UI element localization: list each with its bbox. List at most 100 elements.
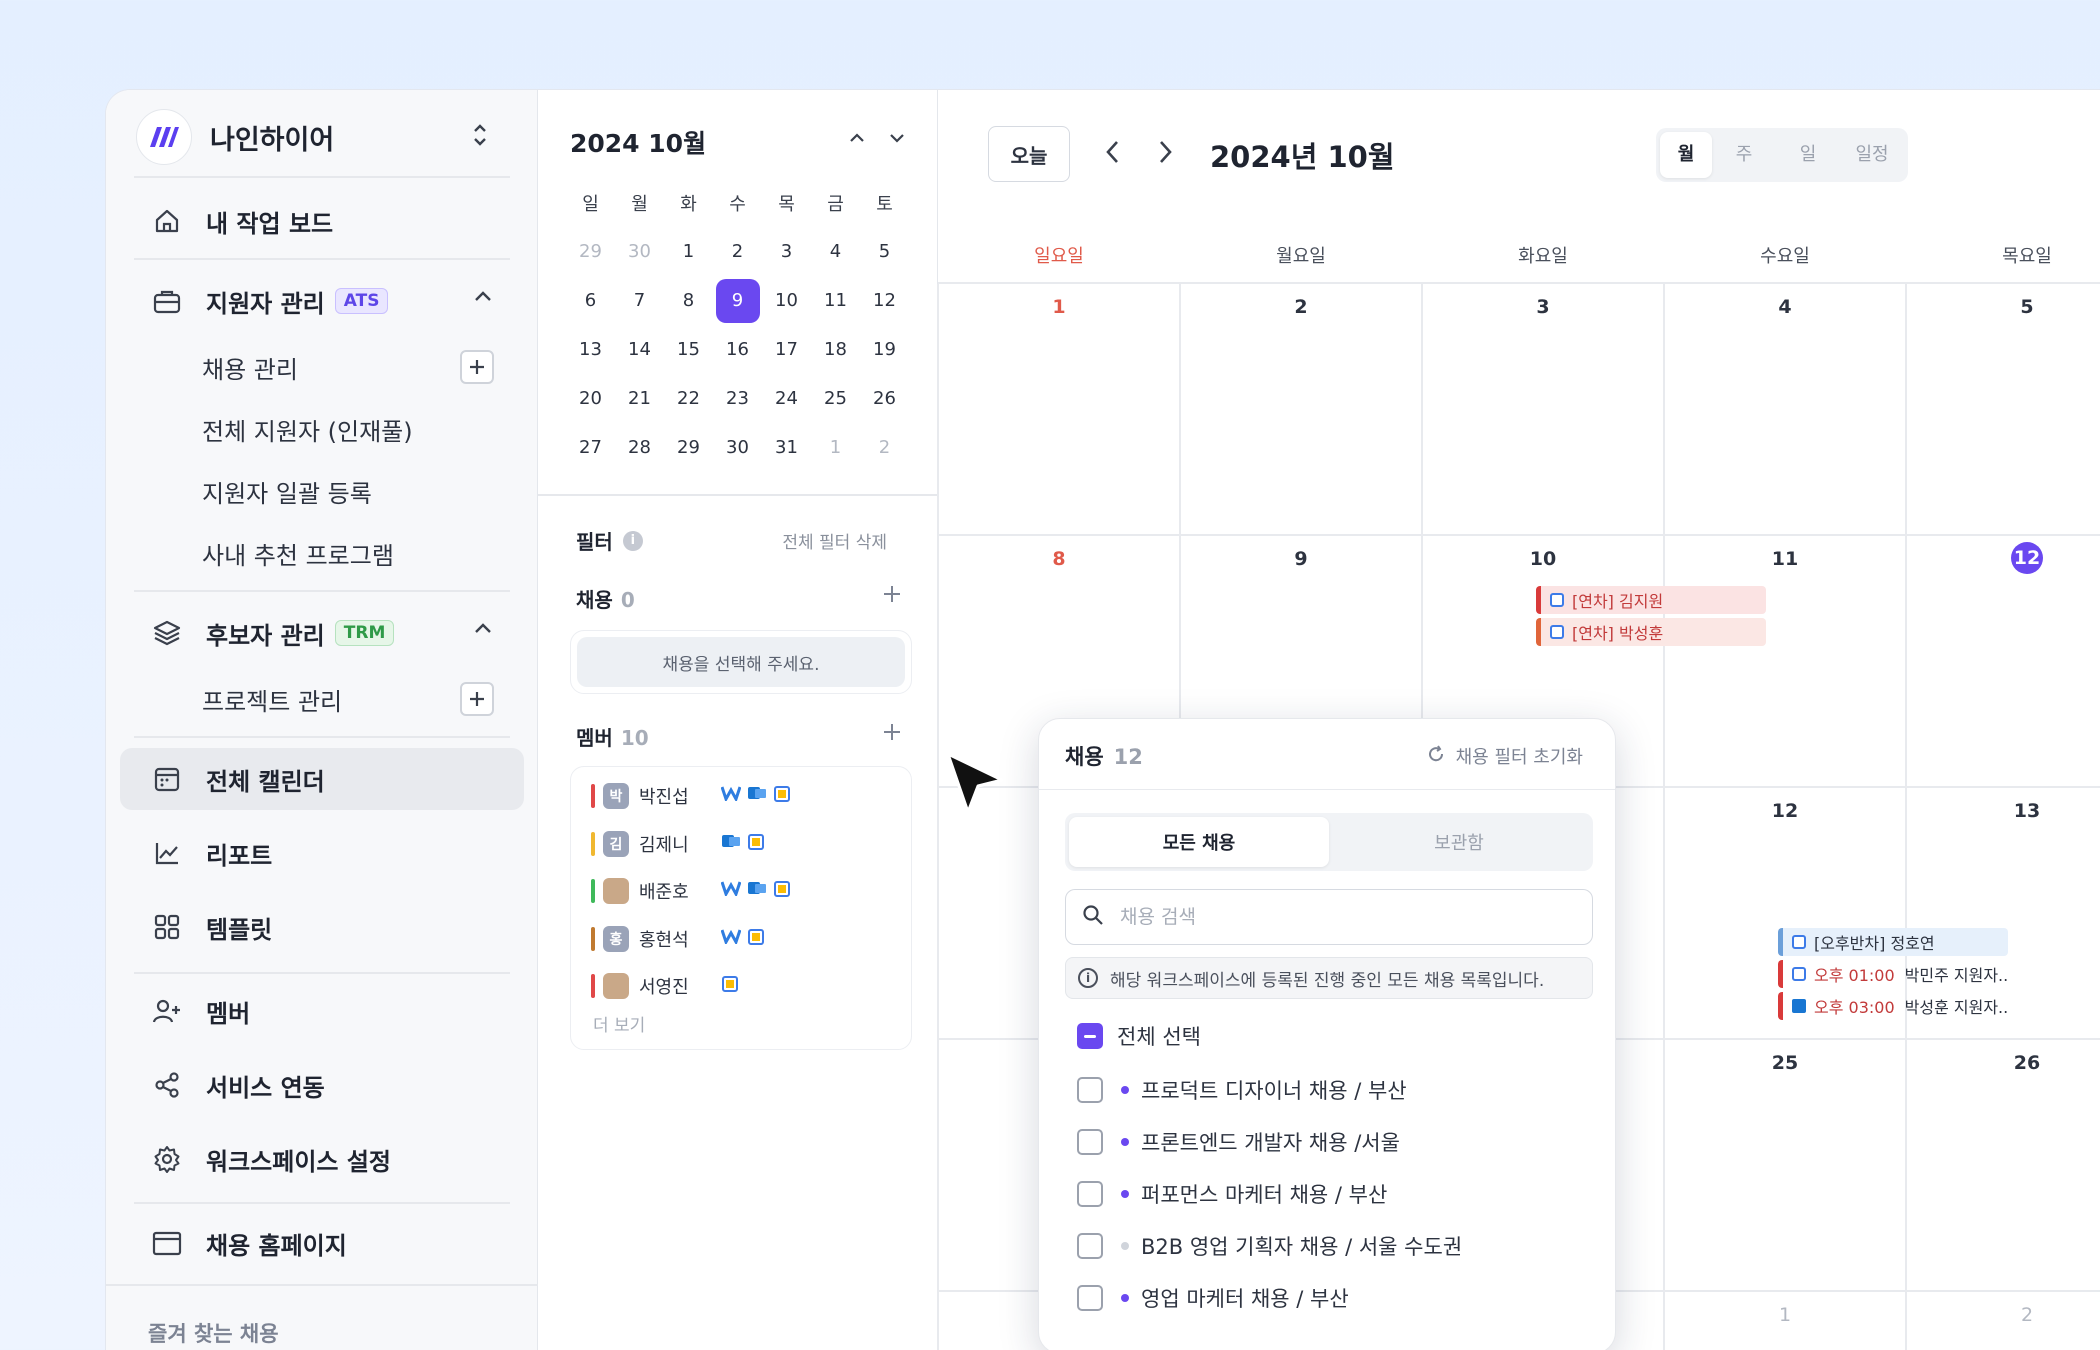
- mini-calendar-day[interactable]: 25: [811, 388, 860, 409]
- sub-project-management[interactable]: 프로젝트 관리: [202, 682, 342, 717]
- chevron-up-icon[interactable]: [847, 128, 867, 152]
- event-interview[interactable]: 오후 01:00 박민주 지원자...: [1778, 960, 2008, 988]
- prev-month-icon[interactable]: [1102, 138, 1124, 170]
- view-agenda-tab[interactable]: 일정: [1840, 132, 1904, 178]
- recruit-option-checkbox[interactable]: [1077, 1077, 1103, 1103]
- chevron-down-icon[interactable]: [887, 128, 907, 152]
- nav-candidate-management[interactable]: 후보자 관리 TRM: [120, 602, 524, 664]
- workspace-toggle-icon[interactable]: [472, 122, 488, 152]
- calendar-day-number[interactable]: 11: [1664, 548, 1906, 570]
- mini-calendar-day[interactable]: 3: [762, 241, 811, 262]
- member-item[interactable]: 박 박진섭: [591, 779, 791, 813]
- calendar-day-number[interactable]: 2: [1906, 1304, 2100, 1326]
- mini-calendar-day[interactable]: 20: [566, 388, 615, 409]
- select-all-option[interactable]: 전체 선택: [1077, 1021, 1201, 1051]
- mini-calendar-day[interactable]: 2: [860, 437, 909, 458]
- mini-calendar-day[interactable]: 6: [566, 290, 615, 311]
- mini-calendar-day[interactable]: 2: [713, 241, 762, 262]
- sub-referral-program[interactable]: 사내 추천 프로그램: [202, 536, 394, 571]
- reset-recruit-filter-button[interactable]: 채용 필터 초기화: [1426, 743, 1583, 769]
- calendar-day-number[interactable]: 4: [1664, 296, 1906, 318]
- chevron-up-icon[interactable]: [472, 618, 494, 644]
- mini-calendar-day[interactable]: 5: [860, 241, 909, 262]
- recruit-select[interactable]: 채용을 선택해 주세요.: [570, 630, 912, 694]
- mini-calendar-day[interactable]: 4: [811, 241, 860, 262]
- calendar-day-number[interactable]: 5: [1906, 296, 2100, 318]
- calendar-day-number[interactable]: 2: [1180, 296, 1422, 318]
- event-leave[interactable]: [연차] 김지원: [1536, 586, 1766, 614]
- info-icon[interactable]: i: [622, 530, 643, 551]
- calendar-day-number[interactable]: 26: [1906, 1052, 2100, 1074]
- mini-calendar-day[interactable]: 11: [811, 290, 860, 311]
- sub-all-applicants[interactable]: 전체 지원자 (인재풀): [202, 412, 413, 447]
- nav-integration[interactable]: 서비스 연동: [120, 1054, 524, 1116]
- recruit-search-field[interactable]: [1065, 889, 1593, 945]
- recruit-option[interactable]: 프로덕트 디자이너 채용 / 부산: [1077, 1075, 1407, 1105]
- mini-calendar-day[interactable]: 29: [566, 241, 615, 262]
- mini-calendar-day[interactable]: 24: [762, 388, 811, 409]
- event-interview[interactable]: 오후 03:00 박성훈 지원자...: [1778, 992, 2008, 1020]
- nav-workspace-settings[interactable]: 워크스페이스 설정: [120, 1128, 524, 1190]
- clear-all-filters-button[interactable]: 전체 필터 삭제: [782, 528, 887, 553]
- add-recruit-button[interactable]: [460, 350, 494, 384]
- nav-member[interactable]: 멤버: [120, 980, 524, 1042]
- recruit-option[interactable]: 퍼포먼스 마케터 채용 / 부산: [1077, 1179, 1387, 1209]
- nav-template[interactable]: 템플릿: [120, 896, 524, 958]
- mini-calendar-day[interactable]: 29: [664, 437, 713, 458]
- calendar-day-number[interactable]: 8: [938, 548, 1180, 570]
- event-half-day[interactable]: [오후반차] 정호연: [1778, 928, 2008, 956]
- mini-calendar-day[interactable]: 12: [860, 290, 909, 311]
- sub-bulk-register[interactable]: 지원자 일괄 등록: [202, 474, 372, 509]
- nav-applicant-management[interactable]: 지원자 관리 ATS: [120, 270, 524, 332]
- mini-calendar-day[interactable]: 19: [860, 339, 909, 360]
- calendar-day-number[interactable]: 3: [1422, 296, 1664, 318]
- next-month-icon[interactable]: [1154, 138, 1176, 170]
- mini-calendar-day[interactable]: 23: [713, 388, 762, 409]
- add-project-button[interactable]: [460, 682, 494, 716]
- show-more-link[interactable]: 더 보기: [593, 1011, 645, 1036]
- add-recruit-filter-icon[interactable]: [882, 584, 902, 608]
- recruit-option[interactable]: 영업 마케터 채용 / 부산: [1077, 1283, 1349, 1313]
- nav-recruit-homepage[interactable]: 채용 홈페이지: [120, 1212, 524, 1274]
- mini-calendar-day[interactable]: 28: [615, 437, 664, 458]
- view-week-tab[interactable]: 주: [1712, 132, 1776, 178]
- calendar-day-number[interactable]: 1: [1664, 1304, 1906, 1326]
- mini-calendar-day[interactable]: 1: [811, 437, 860, 458]
- view-day-tab[interactable]: 일: [1776, 132, 1840, 178]
- calendar-day-number[interactable]: 12: [1664, 800, 1906, 822]
- member-item[interactable]: 서영진: [591, 969, 739, 1003]
- nav-full-calendar[interactable]: 전체 캘린더: [120, 748, 524, 810]
- mini-calendar-day[interactable]: 9: [713, 278, 762, 323]
- add-member-filter-icon[interactable]: [882, 722, 902, 746]
- mini-calendar-day[interactable]: 22: [664, 388, 713, 409]
- mini-calendar-day[interactable]: 17: [762, 339, 811, 360]
- chevron-up-icon[interactable]: [472, 286, 494, 312]
- mini-calendar-day[interactable]: 16: [713, 339, 762, 360]
- member-item[interactable]: 홍 홍현석: [591, 922, 765, 956]
- recruit-option-checkbox[interactable]: [1077, 1181, 1103, 1207]
- mini-calendar-day[interactable]: 13: [566, 339, 615, 360]
- mini-calendar-day[interactable]: 18: [811, 339, 860, 360]
- mini-calendar-day[interactable]: 27: [566, 437, 615, 458]
- nav-report[interactable]: 리포트: [120, 822, 524, 884]
- member-item[interactable]: 배준호: [591, 874, 791, 908]
- tab-all-recruits[interactable]: 모든 채용: [1069, 817, 1329, 867]
- workspace-switcher[interactable]: 나인하이어: [136, 108, 506, 166]
- tab-archive[interactable]: 보관함: [1329, 817, 1589, 867]
- recruit-option-checkbox[interactable]: [1077, 1129, 1103, 1155]
- nav-my-board[interactable]: 내 작업 보드: [120, 190, 524, 252]
- member-item[interactable]: 김 김제니: [591, 827, 765, 861]
- recruit-option[interactable]: 프론트엔드 개발자 채용 /서울: [1077, 1127, 1400, 1157]
- mini-calendar-day[interactable]: 21: [615, 388, 664, 409]
- calendar-day-number[interactable]: 1: [938, 296, 1180, 318]
- mini-calendar-day[interactable]: 14: [615, 339, 664, 360]
- mini-calendar-day[interactable]: 30: [713, 437, 762, 458]
- calendar-day-number[interactable]: 13: [1906, 800, 2100, 822]
- select-all-checkbox[interactable]: [1077, 1023, 1103, 1049]
- recruit-option-checkbox[interactable]: [1077, 1233, 1103, 1259]
- today-button[interactable]: 오늘: [988, 126, 1070, 182]
- recruit-option-checkbox[interactable]: [1077, 1285, 1103, 1311]
- mini-calendar-day[interactable]: 1: [664, 241, 713, 262]
- recruit-search-input[interactable]: [1120, 906, 1560, 928]
- calendar-day-number[interactable]: 12: [1906, 542, 2100, 574]
